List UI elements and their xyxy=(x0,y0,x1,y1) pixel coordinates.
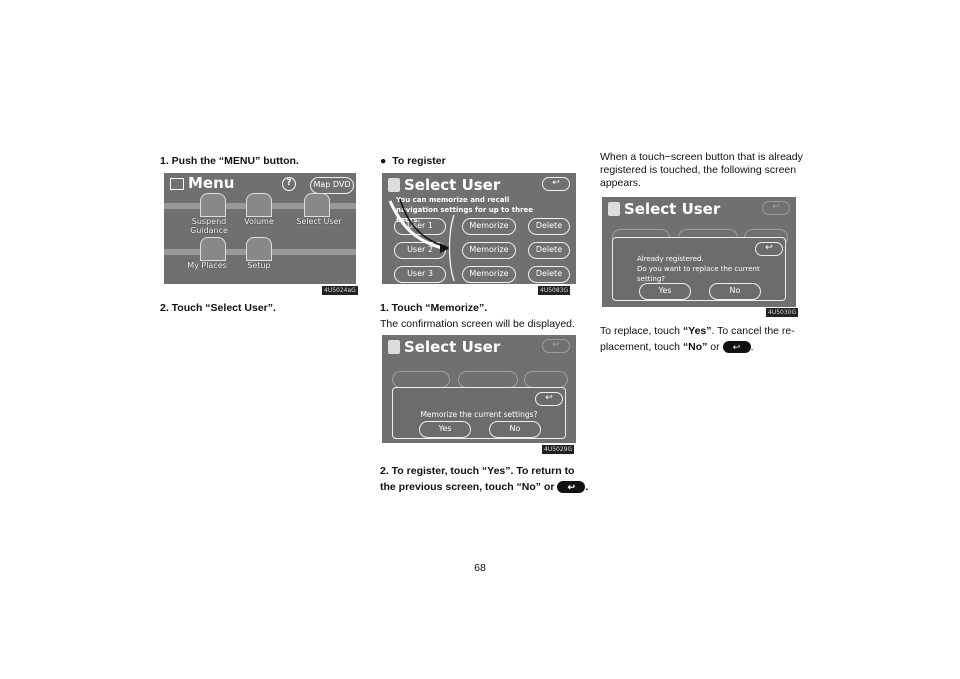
setup-button[interactable]: Setup xyxy=(234,261,284,270)
replace-dialog: ↩ Already registered. Do you want to rep… xyxy=(612,237,786,301)
select-user-screen: Select User ↩ You can memorize and recal… xyxy=(382,173,576,284)
step-1: 1. Touch “Memorize”. xyxy=(380,302,488,314)
confirm-question: Memorize the current settings? xyxy=(420,410,538,419)
my-places-button[interactable]: My Places xyxy=(182,261,232,270)
intro-line: registered is touched, the following scr… xyxy=(600,164,797,176)
menu-screen: Menu ? Map DVD Suspend Guidance Volume S… xyxy=(164,173,356,284)
intro-line: When a touch−screen button that is alrea… xyxy=(600,151,803,163)
step-2-line2: the previous screen, touch “No” or xyxy=(380,481,555,493)
dialog-line: Do you want to replace the current xyxy=(637,265,760,273)
screen-title: Select User xyxy=(404,338,501,356)
bullet: ● xyxy=(380,155,387,167)
suspend-guidance-button[interactable]: Suspend Guidance xyxy=(184,217,234,235)
map-dvd-button[interactable]: Map DVD xyxy=(310,177,354,194)
screen-title: Select User xyxy=(624,200,721,218)
back-icon: ↩ xyxy=(722,341,751,354)
description: The confirmation screen will be displaye… xyxy=(380,318,575,330)
figure-code: 4U5083G xyxy=(538,286,571,295)
text: “No” xyxy=(682,341,708,353)
text: placement, touch xyxy=(600,341,683,353)
text: “Yes” xyxy=(682,325,712,337)
dialog-line: Already registered. xyxy=(637,255,704,263)
yes-button[interactable]: Yes xyxy=(419,421,471,438)
already-registered-screen: Select User ↩ ↩ Already registered. Do y… xyxy=(602,197,796,307)
text: or xyxy=(707,341,720,353)
step-2-line1: 2. To register, touch “Yes”. To return t… xyxy=(380,465,575,477)
help-button[interactable]: ? xyxy=(282,177,296,191)
no-button[interactable]: No xyxy=(489,421,541,438)
intro-text: When a touch−screen button that is alrea… xyxy=(600,151,803,190)
menu-icon xyxy=(170,178,184,190)
arrow-annotation xyxy=(388,198,455,282)
intro-line: appears. xyxy=(600,177,641,189)
page-number: 68 xyxy=(474,562,486,574)
yes-button[interactable]: Yes xyxy=(639,283,691,300)
confirm-screen: Select User ↩ ↩ Memorize the current set… xyxy=(382,335,576,443)
confirm-dialog: ↩ Memorize the current settings? Yes No xyxy=(392,387,566,439)
step-2: 2. Touch “Select User”. xyxy=(160,302,276,314)
back-button[interactable]: ↩ xyxy=(535,392,563,406)
menu-title: Menu xyxy=(188,174,235,192)
volume-button[interactable]: Volume xyxy=(234,217,284,226)
select-user-button[interactable]: Select User xyxy=(292,217,346,226)
heading: To register xyxy=(392,155,446,167)
figure-code: 4U5029G xyxy=(542,445,575,454)
text: . To cancel the re- xyxy=(711,325,795,337)
back-icon: ↩ xyxy=(557,481,586,494)
step-1: 1. Push the “MENU” button. xyxy=(160,155,299,167)
no-button[interactable]: No xyxy=(709,283,761,300)
text: To replace, touch xyxy=(600,325,683,337)
figure-code: 4U5030G xyxy=(766,308,799,317)
figure-code: 4U5024aG xyxy=(322,286,358,295)
